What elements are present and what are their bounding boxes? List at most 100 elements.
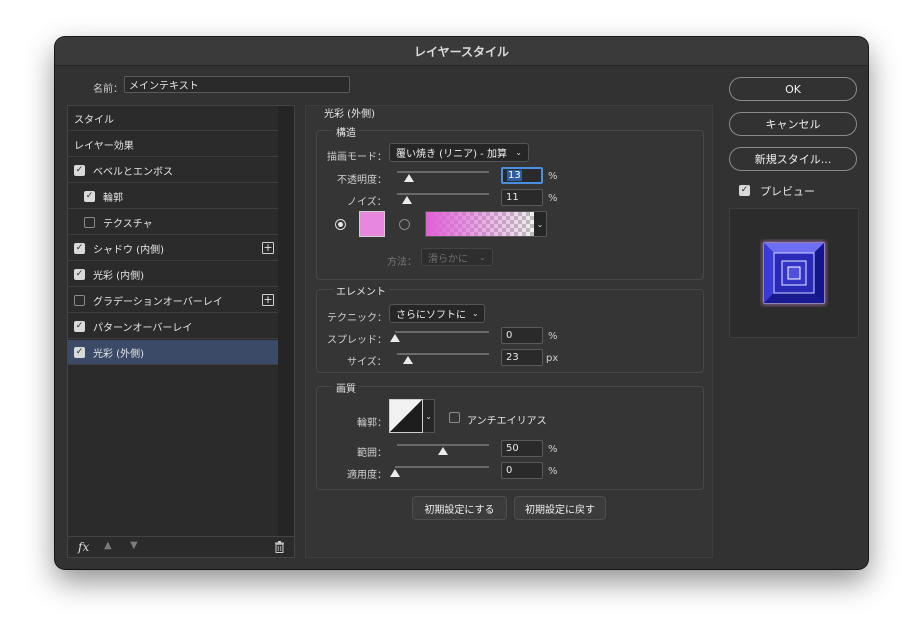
sidebar-item-label: テクスチャ [103, 218, 153, 230]
style-list: スタイル レイヤー効果 ✓ ベベルとエンボス ✓ 輪郭 テクスチャ ✓ シャドウ (内側) + ✓ 光… [68, 106, 278, 536]
sidebar-item-label: グラデーションオーバーレイ [93, 296, 223, 308]
sidebar-item[interactable]: ✓ 輪郭 [68, 184, 278, 209]
trash-icon[interactable] [274, 541, 285, 553]
opacity-label: 不透明度： [337, 175, 387, 186]
gradient-radio[interactable] [399, 219, 410, 230]
add-effect-icon[interactable]: + [262, 242, 274, 254]
jitter-slider-thumb[interactable] [390, 469, 400, 477]
jitter-slider-track[interactable] [395, 466, 489, 468]
range-unit: % [548, 444, 558, 455]
style-preview [729, 208, 859, 338]
sidebar-item[interactable]: スタイル [68, 106, 278, 131]
quality-title: 画質 [333, 380, 359, 395]
antialias-checkbox[interactable] [449, 412, 460, 423]
sidebar-item[interactable]: ✓ シャドウ (内側) + [68, 236, 278, 261]
sidebar-item-checkbox[interactable]: ✓ [74, 346, 85, 358]
blend-mode-select[interactable]: 覆い焼き (リニア) - 加算 ⌄ [389, 143, 529, 162]
window-title: レイヤースタイル [55, 37, 868, 66]
size-slider-track[interactable] [397, 353, 489, 355]
preview-checkbox[interactable]: ✓ [739, 185, 750, 196]
panel-title: 光彩 (外側) [324, 109, 375, 120]
sidebar-item-checkbox[interactable]: ✓ [74, 268, 85, 280]
size-slider-thumb[interactable] [403, 356, 414, 364]
gradient-dropdown[interactable]: ⌄ [534, 211, 547, 237]
preview-label: プレビュー [760, 185, 815, 198]
sidebar-item-checkbox[interactable]: ✓ [74, 320, 85, 332]
sidebar-item[interactable]: ✓ ベベルとエンボス [68, 158, 278, 183]
size-unit: px [546, 353, 559, 364]
range-slider-track[interactable] [397, 444, 489, 446]
noise-slider-track[interactable] [397, 193, 489, 195]
spread-slider-thumb[interactable] [390, 334, 400, 342]
size-input[interactable]: 23 [501, 349, 543, 366]
sidebar-scrollbar[interactable] [278, 106, 294, 536]
blend-mode-label: 描画モード： [327, 152, 387, 163]
sidebar-item-label: レイヤー効果 [74, 140, 134, 152]
reset-default-button[interactable]: 初期設定に戻す [514, 496, 606, 520]
fx-icon[interactable]: fx [78, 540, 89, 554]
sidebar-item[interactable]: ✓ 光彩 (外側) [68, 340, 278, 365]
color-radio[interactable] [335, 219, 346, 230]
spread-input[interactable]: 0 [501, 327, 543, 344]
jitter-label: 適用度： [347, 470, 387, 481]
sidebar-item-label: 輪郭 [103, 192, 123, 204]
noise-label: ノイズ： [347, 197, 387, 208]
size-label: サイズ： [347, 357, 387, 368]
blend-mode-value: 覆い焼き (リニア) - 加算 [396, 149, 507, 160]
cancel-button[interactable]: キャンセル [729, 112, 857, 136]
jitter-unit: % [548, 466, 558, 477]
contour-dropdown[interactable]: ⌄ [423, 399, 435, 433]
sidebar-item-checkbox[interactable]: ✓ [74, 164, 85, 176]
elements-title: エレメント [333, 283, 389, 298]
ok-button[interactable]: OK [729, 77, 857, 101]
technique-select[interactable]: さらにソフトに ⌄ [389, 304, 485, 323]
contour-thumbnail[interactable] [389, 399, 423, 433]
name-label: 名前： [93, 84, 123, 95]
elements-group: エレメント テクニック： さらにソフトに ⌄ スプレッド： 0 % サイズ： 2… [316, 283, 704, 373]
range-label: 範囲： [357, 448, 387, 459]
sidebar-item[interactable]: ✓ 光彩 (内側) [68, 262, 278, 287]
opacity-slider-track[interactable] [397, 171, 489, 173]
gradient-swatch[interactable] [425, 211, 535, 237]
arrow-up-icon[interactable]: ▲ [104, 540, 112, 551]
sidebar-item-label: 光彩 (外側) [93, 348, 144, 360]
noise-slider-thumb[interactable] [402, 196, 413, 204]
sidebar-item[interactable]: テクスチャ [68, 210, 278, 235]
opacity-input[interactable]: 13 [501, 167, 543, 184]
structure-title: 構造 [333, 124, 359, 139]
sidebar-item[interactable]: ✓ パターンオーバーレイ [68, 314, 278, 339]
range-slider-thumb[interactable] [438, 447, 448, 455]
contour-curve-icon [390, 400, 422, 432]
sidebar-item-checkbox[interactable]: ✓ [84, 190, 95, 202]
sidebar-item-checkbox[interactable]: ✓ [74, 242, 85, 254]
jitter-input[interactable]: 0 [501, 462, 543, 479]
chevron-down-icon: ⌄ [536, 219, 544, 229]
method-select[interactable]: 滑らかに ⌄ [421, 248, 493, 266]
method-value: 滑らかに [428, 253, 468, 265]
noise-input[interactable]: 11 [501, 189, 543, 206]
noise-unit: % [548, 193, 558, 204]
glow-color-swatch[interactable] [359, 211, 385, 237]
chevron-down-icon: ⌄ [425, 411, 432, 421]
range-input[interactable]: 50 [501, 440, 543, 457]
preview-thumbnail [762, 241, 826, 305]
structure-group: 構造 描画モード： 覆い焼き (リニア) - 加算 ⌄ 不透明度： 13 % ノ… [316, 124, 704, 280]
add-effect-icon[interactable]: + [262, 294, 274, 306]
spread-slider-track[interactable] [395, 331, 489, 333]
sidebar-item[interactable]: レイヤー効果 [68, 132, 278, 157]
arrow-down-icon[interactable]: ▼ [130, 540, 138, 551]
new-style-button[interactable]: 新規スタイル... [729, 147, 857, 171]
contour-label: 輪郭： [357, 418, 387, 429]
chevron-down-icon: ⌄ [479, 252, 486, 262]
opacity-slider-thumb[interactable] [403, 174, 414, 182]
sidebar-item-checkbox[interactable] [84, 216, 95, 228]
sidebar-item-label: ベベルとエンボス [93, 166, 173, 178]
method-label: 方法： [387, 257, 417, 268]
sidebar-item-label: シャドウ (内側) [93, 244, 164, 256]
make-default-button[interactable]: 初期設定にする [412, 496, 507, 520]
sidebar-item-checkbox[interactable] [74, 294, 85, 306]
sidebar-item-label: スタイル [74, 114, 114, 126]
name-input[interactable]: メインテキスト [124, 76, 350, 93]
antialias-label: アンチエイリアス [467, 416, 547, 427]
sidebar-item[interactable]: グラデーションオーバーレイ + [68, 288, 278, 313]
